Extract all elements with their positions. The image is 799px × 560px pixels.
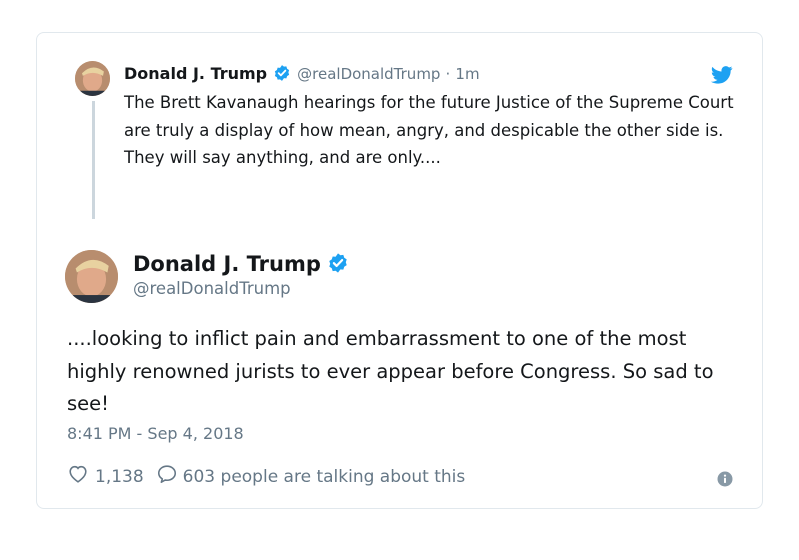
main-tweet-text: ....looking to inflict pain and embarras… [67, 327, 714, 415]
main-author-name-row: Donald J. Trump [133, 250, 349, 278]
separator-dot: · [445, 65, 451, 83]
like-count[interactable]: 1,138 [95, 467, 144, 487]
main-author-handle[interactable]: @realDonaldTrump [133, 278, 291, 300]
avatar-portrait-icon [75, 61, 110, 96]
embedded-tweet-card: Donald J. Trump @realDonaldTrump · 1m The… [36, 32, 763, 509]
parent-avatar[interactable] [75, 61, 110, 96]
speech-bubble-icon[interactable] [156, 463, 178, 490]
main-author-name[interactable]: Donald J. Trump [133, 252, 321, 276]
info-icon[interactable] [717, 471, 733, 487]
conversation-link[interactable]: 603 people are talking about this [183, 467, 466, 487]
thread-connector-line [92, 101, 95, 219]
parent-author-handle[interactable]: @realDonaldTrump [297, 65, 440, 83]
parent-author-name[interactable]: Donald J. Trump [124, 64, 267, 83]
parent-tweet-header: Donald J. Trump @realDonaldTrump · 1m [124, 63, 480, 85]
tweet-timestamp[interactable]: 8:41 PM - Sep 4, 2018 [67, 424, 244, 443]
main-avatar[interactable] [65, 250, 118, 303]
tweet-actions: 1,138 603 people are talking about this [67, 463, 465, 490]
parent-tweet-time[interactable]: 1m [455, 65, 479, 83]
twitter-bird-icon[interactable] [710, 66, 733, 84]
heart-icon[interactable] [67, 463, 89, 490]
avatar-portrait-icon [65, 250, 118, 303]
verified-badge-icon [273, 64, 291, 82]
verified-badge-icon [327, 252, 349, 274]
parent-tweet-text: The Brett Kavanaugh hearings for the fut… [124, 93, 734, 167]
